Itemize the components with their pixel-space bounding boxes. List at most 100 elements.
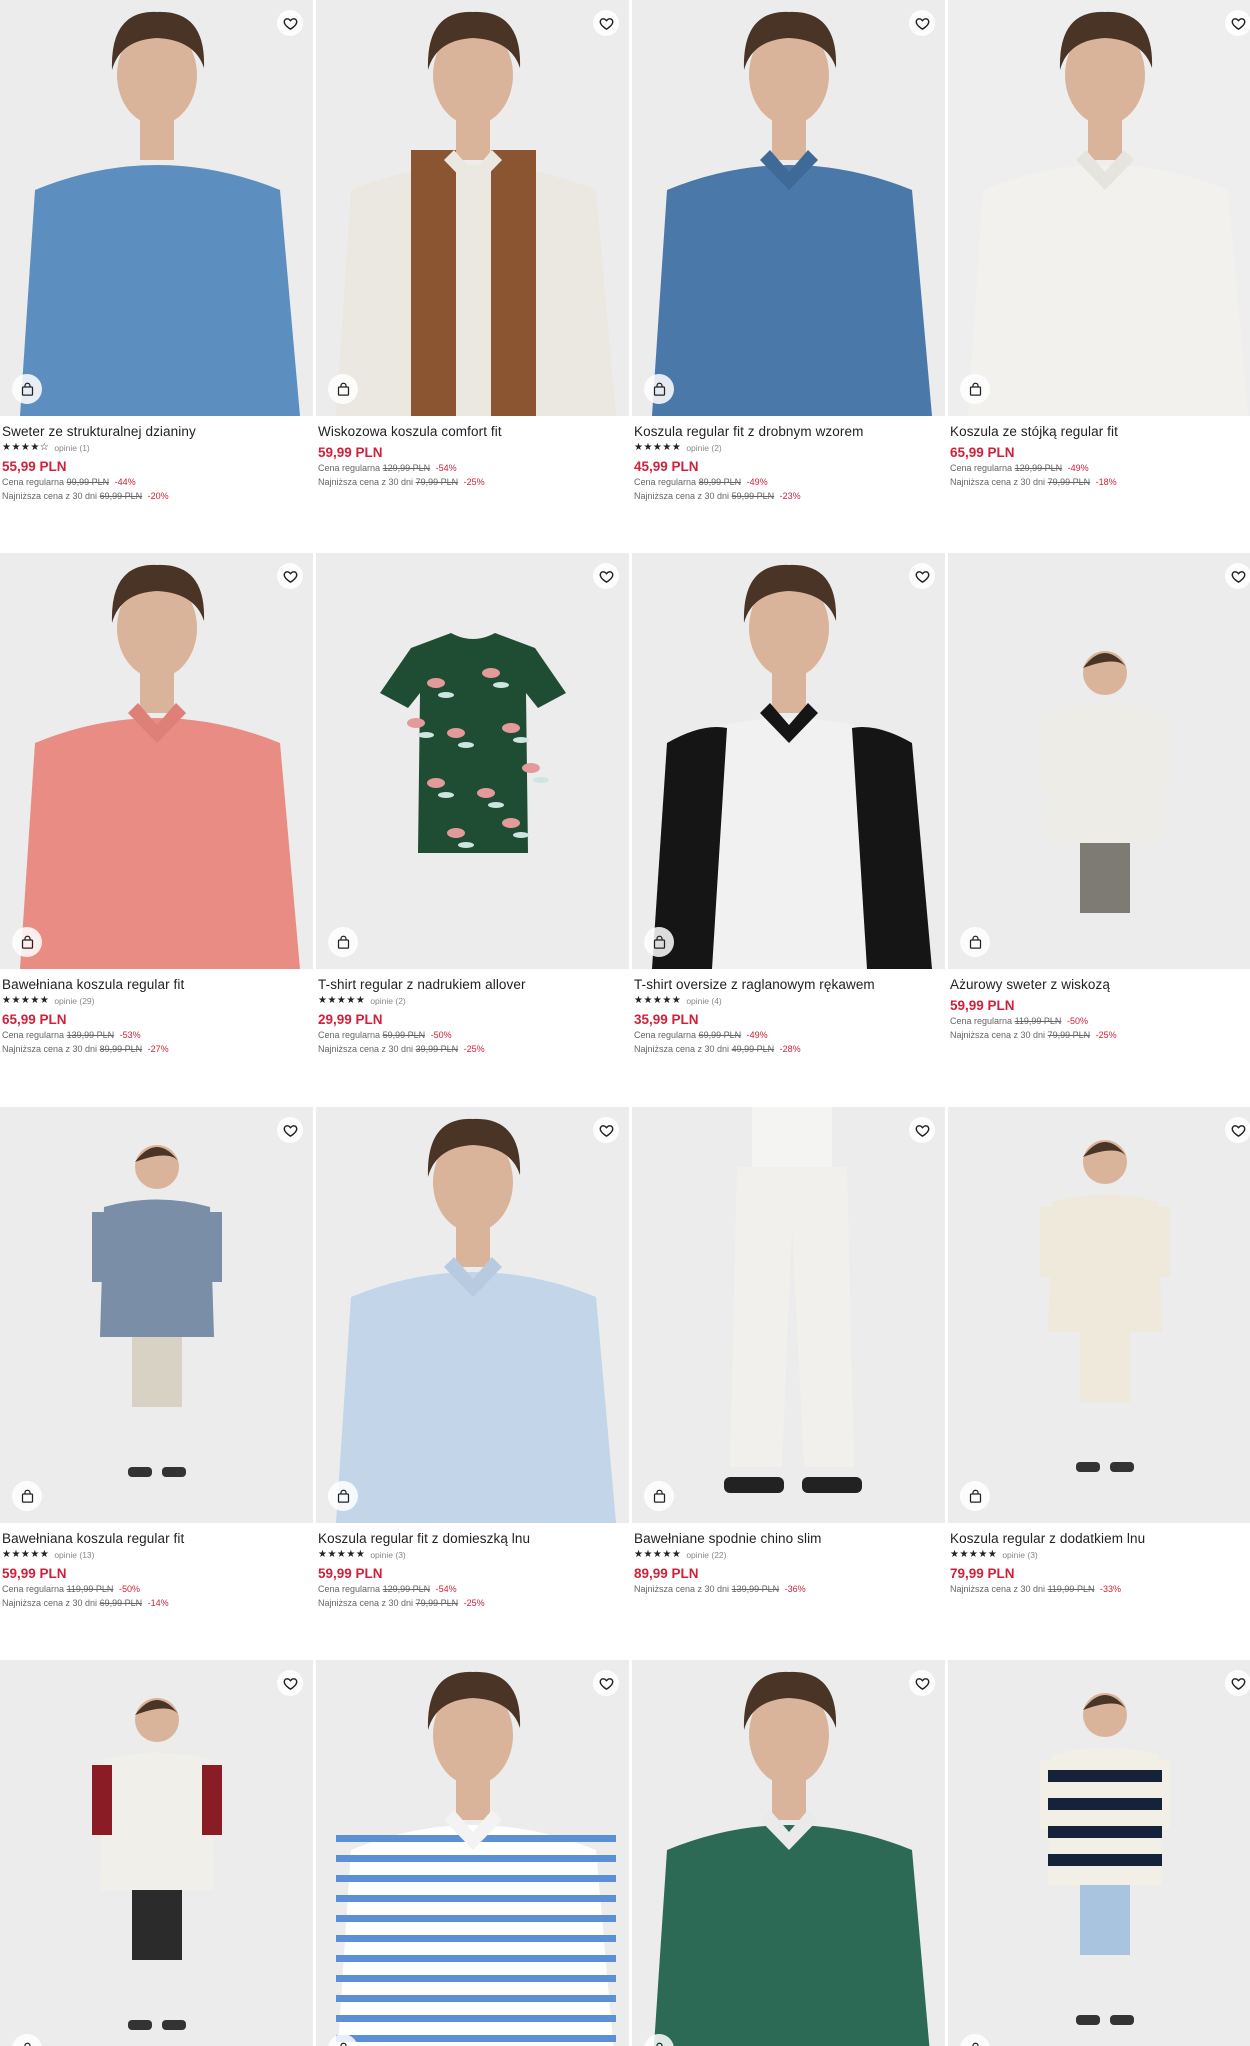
lowest-price: 139,99 PLN	[731, 1584, 780, 1594]
shopping-bag-icon	[652, 2042, 667, 2046]
lowest-price-line: Najniższa cena z 30 dni 59,99 PLN -23%	[634, 489, 943, 503]
product-card[interactable]: Koszula regular fit z drobnym wzorem ★★★…	[632, 0, 945, 503]
product-name[interactable]: Bawełniana koszula regular fit	[2, 1530, 311, 1547]
add-to-cart-button[interactable]	[328, 1481, 358, 1511]
add-to-cart-button[interactable]	[12, 927, 42, 957]
product-image[interactable]	[0, 1660, 313, 2046]
product-card[interactable]	[0, 1660, 313, 2046]
product-info: Sweter ze strukturalnej dzianiny ★★★★☆ o…	[0, 416, 313, 503]
add-to-wishlist-button[interactable]	[277, 1117, 303, 1143]
lowest-price-label: Najniższa cena z 30 dni	[634, 1584, 730, 1594]
rating-stars: ★★★★★	[634, 995, 682, 1006]
add-to-wishlist-button[interactable]	[909, 1670, 935, 1696]
add-to-wishlist-button[interactable]	[593, 1117, 619, 1143]
review-count[interactable]: opinie (3)	[370, 1550, 405, 1560]
add-to-wishlist-button[interactable]	[277, 1670, 303, 1696]
product-image[interactable]	[0, 0, 313, 416]
product-name[interactable]: Koszula ze stójką regular fit	[950, 423, 1250, 440]
product-name[interactable]: Koszula regular fit z drobnym wzorem	[634, 423, 943, 440]
product-name[interactable]: Koszula regular fit z domieszką lnu	[318, 1530, 627, 1547]
add-to-wishlist-button[interactable]	[1225, 563, 1250, 589]
product-card[interactable]: Koszula regular z dodatkiem lnu ★★★★★ op…	[948, 1107, 1250, 1596]
product-card[interactable]: Ażurowy sweter z wiskozą 59,99 PLN Cena r…	[948, 553, 1250, 1042]
product-card[interactable]	[948, 1660, 1250, 2046]
product-image[interactable]	[316, 1660, 629, 2046]
product-image[interactable]	[316, 553, 629, 969]
review-count[interactable]: opinie (3)	[1002, 1550, 1037, 1560]
shopping-bag-icon	[20, 2042, 35, 2046]
product-image[interactable]	[632, 553, 945, 969]
product-card[interactable]	[316, 1660, 629, 2046]
lowest-discount: -33%	[1099, 1584, 1121, 1594]
product-image[interactable]	[316, 0, 629, 416]
add-to-cart-button[interactable]	[328, 927, 358, 957]
product-card[interactable]: Bawełniane spodnie chino slim ★★★★★ opin…	[632, 1107, 945, 1596]
lowest-discount: -25%	[1095, 1030, 1117, 1040]
product-image[interactable]	[948, 1660, 1250, 2046]
review-count[interactable]: opinie (29)	[54, 996, 94, 1006]
add-to-cart-button[interactable]	[960, 1481, 990, 1511]
product-card[interactable]: Bawełniana koszula regular fit ★★★★★ opi…	[0, 553, 313, 1056]
regular-price-label: Cena regularna	[2, 1584, 65, 1594]
product-image[interactable]	[632, 1107, 945, 1523]
product-image[interactable]	[948, 553, 1250, 969]
product-card[interactable]: Koszula regular fit z domieszką lnu ★★★★…	[316, 1107, 629, 1610]
product-card[interactable]: Koszula ze stójką regular fit 65,99 PLN C…	[948, 0, 1250, 489]
product-image[interactable]	[316, 1107, 629, 1523]
product-name[interactable]: T-shirt oversize z raglanowym rękawem	[634, 976, 943, 993]
add-to-wishlist-button[interactable]	[277, 10, 303, 36]
regular-price: 139,99 PLN	[66, 1030, 115, 1040]
add-to-cart-button[interactable]	[644, 1481, 674, 1511]
add-to-wishlist-button[interactable]	[1225, 10, 1250, 36]
add-to-wishlist-button[interactable]	[909, 563, 935, 589]
product-name[interactable]: Bawełniana koszula regular fit	[2, 976, 311, 993]
add-to-wishlist-button[interactable]	[593, 563, 619, 589]
product-card[interactable]: Wiskozowa koszula comfort fit 59,99 PLN C…	[316, 0, 629, 489]
product-name[interactable]: Sweter ze strukturalnej dzianiny	[2, 423, 311, 440]
regular-price-label: Cena regularna	[2, 477, 65, 487]
product-name[interactable]: Wiskozowa koszula comfort fit	[318, 423, 627, 440]
product-image[interactable]	[632, 0, 945, 416]
add-to-cart-button[interactable]	[960, 374, 990, 404]
lowest-discount: -20%	[147, 491, 169, 501]
product-name[interactable]: Ażurowy sweter z wiskozą	[950, 976, 1250, 993]
review-count[interactable]: opinie (2)	[686, 443, 721, 453]
add-to-cart-button[interactable]	[328, 374, 358, 404]
add-to-wishlist-button[interactable]	[593, 10, 619, 36]
add-to-wishlist-button[interactable]	[1225, 1117, 1250, 1143]
add-to-cart-button[interactable]	[12, 374, 42, 404]
product-card[interactable]: T-shirt regular z nadrukiem allover ★★★★…	[316, 553, 629, 1056]
regular-discount: -53%	[119, 1030, 141, 1040]
product-card[interactable]	[632, 1660, 945, 2046]
add-to-wishlist-button[interactable]	[277, 563, 303, 589]
product-card[interactable]: Bawełniana koszula regular fit ★★★★★ opi…	[0, 1107, 313, 1610]
review-count[interactable]: opinie (22)	[686, 1550, 726, 1560]
add-to-cart-button[interactable]	[960, 927, 990, 957]
add-to-wishlist-button[interactable]	[593, 1670, 619, 1696]
add-to-cart-button[interactable]	[644, 374, 674, 404]
product-name[interactable]: Bawełniane spodnie chino slim	[634, 1530, 943, 1547]
product-image[interactable]	[0, 1107, 313, 1523]
review-count[interactable]: opinie (4)	[686, 996, 721, 1006]
product-image[interactable]	[0, 553, 313, 969]
add-to-wishlist-button[interactable]	[1225, 1670, 1250, 1696]
lowest-price-label: Najniższa cena z 30 dni	[950, 1030, 1046, 1040]
regular-price-label: Cena regularna	[318, 463, 381, 473]
review-count[interactable]: opinie (2)	[370, 996, 405, 1006]
product-card[interactable]: T-shirt oversize z raglanowym rękawem ★★…	[632, 553, 945, 1056]
product-card[interactable]: Sweter ze strukturalnej dzianiny ★★★★☆ o…	[0, 0, 313, 503]
product-price: 79,99 PLN	[950, 1566, 1015, 1581]
add-to-wishlist-button[interactable]	[909, 1117, 935, 1143]
add-to-cart-button[interactable]	[644, 927, 674, 957]
product-image[interactable]	[632, 1660, 945, 2046]
product-image[interactable]	[948, 1107, 1250, 1523]
shopping-bag-icon	[968, 2042, 983, 2046]
product-image[interactable]	[948, 0, 1250, 416]
add-to-wishlist-button[interactable]	[909, 10, 935, 36]
product-name[interactable]: Koszula regular z dodatkiem lnu	[950, 1530, 1250, 1547]
review-count[interactable]: opinie (1)	[54, 443, 89, 453]
review-count[interactable]: opinie (13)	[54, 1550, 94, 1560]
product-name[interactable]: T-shirt regular z nadrukiem allover	[318, 976, 627, 993]
product-info: T-shirt regular z nadrukiem allover ★★★★…	[316, 969, 629, 1056]
add-to-cart-button[interactable]	[12, 1481, 42, 1511]
